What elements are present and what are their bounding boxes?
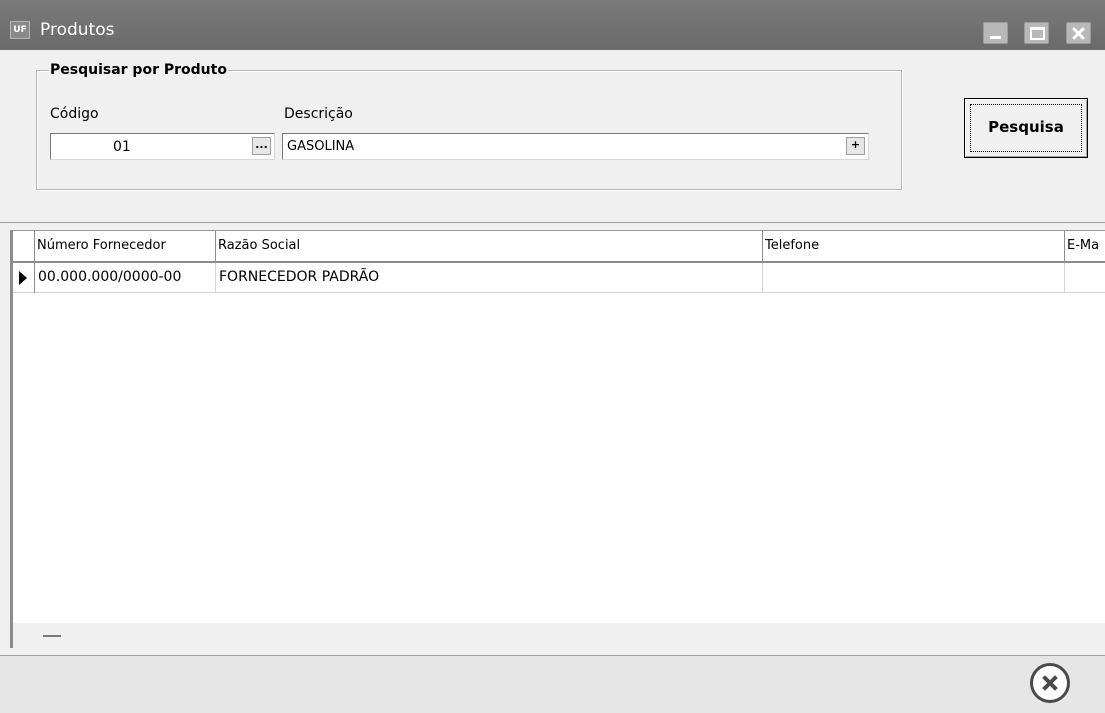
title-bar[interactable]: UF Produtos: [0, 0, 1105, 50]
cell-numero-fornecedor[interactable]: 00.000.000/0000-00: [35, 263, 216, 292]
col-header-numero-fornecedor[interactable]: Número Fornecedor: [35, 231, 216, 261]
produtos-window: UF Produtos Pesquisar por Produto Código…: [0, 0, 1105, 713]
bottom-bar: [0, 655, 1105, 713]
col-header-razao-social[interactable]: Razão Social: [216, 231, 763, 261]
maximize-icon[interactable]: [1024, 22, 1049, 44]
close-icon[interactable]: [1066, 22, 1091, 44]
col-header-email[interactable]: E-Ma: [1065, 231, 1105, 261]
table-row[interactable]: 00.000.000/0000-00 FORNECEDOR PADRÃO: [13, 263, 1105, 293]
footer-dash: [43, 635, 61, 637]
cell-email[interactable]: [1065, 263, 1105, 292]
codigo-value: 01: [113, 139, 131, 155]
separator: [0, 222, 1105, 223]
descricao-add-button[interactable]: +: [846, 137, 865, 155]
col-header-telefone[interactable]: Telefone: [763, 231, 1065, 261]
fornecedores-grid[interactable]: Número Fornecedor Razão Social Telefone …: [10, 230, 1105, 648]
grid-header: Número Fornecedor Razão Social Telefone …: [13, 231, 1105, 263]
cell-razao-social[interactable]: FORNECEDOR PADRÃO: [216, 263, 763, 292]
cell-telefone[interactable]: [763, 263, 1065, 292]
row-indicator: [13, 263, 35, 293]
codigo-field[interactable]: 01 ...: [50, 133, 275, 160]
descricao-field[interactable]: GASOLINA +: [282, 133, 869, 160]
codigo-lookup-button[interactable]: ...: [252, 137, 271, 155]
pesquisa-button[interactable]: Pesquisa: [964, 98, 1088, 158]
descricao-label: Descrição: [284, 106, 353, 122]
grid-footer: [13, 623, 1105, 648]
search-groupbox: [36, 70, 902, 190]
minimize-icon[interactable]: [983, 22, 1008, 44]
descricao-value: GASOLINA: [287, 139, 355, 154]
app-icon: UF: [10, 21, 30, 39]
window-title: Produtos: [40, 20, 115, 40]
pesquisa-button-label: Pesquisa: [988, 118, 1064, 136]
current-row-arrow-icon: [19, 271, 27, 285]
close-circle-icon[interactable]: [1030, 663, 1070, 703]
search-group-legend: Pesquisar por Produto: [49, 62, 228, 78]
codigo-label: Código: [50, 106, 99, 122]
indicator-header: [13, 231, 35, 261]
